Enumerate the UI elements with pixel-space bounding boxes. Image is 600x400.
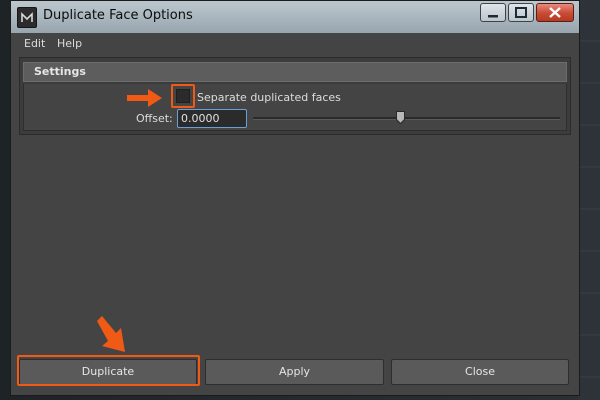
title-bar[interactable]: Duplicate Face Options xyxy=(11,1,579,34)
offset-field[interactable] xyxy=(177,109,247,128)
separate-duplicated-faces-label: Separate duplicated faces xyxy=(197,91,341,104)
arrow-down-right-icon xyxy=(95,315,129,359)
settings-header-label: Settings xyxy=(34,65,86,78)
close-button[interactable]: Close xyxy=(391,359,569,385)
arrow-right-icon xyxy=(126,88,164,112)
settings-frame-header[interactable]: Settings xyxy=(23,62,567,82)
apply-button[interactable]: Apply xyxy=(205,359,384,385)
menu-bar: Edit Help xyxy=(11,33,579,54)
close-window-button[interactable] xyxy=(536,3,574,22)
background-panel-edge xyxy=(578,0,600,400)
maya-app-icon xyxy=(17,7,37,28)
minimize-icon xyxy=(488,15,498,18)
menu-edit[interactable]: Edit xyxy=(24,37,45,50)
offset-slider-handle[interactable] xyxy=(396,111,406,124)
offset-label: Offset: xyxy=(136,112,173,125)
menu-help[interactable]: Help xyxy=(57,37,82,50)
window-title: Duplicate Face Options xyxy=(43,8,193,23)
separate-duplicated-faces-checkbox[interactable] xyxy=(176,89,190,103)
duplicate-annotation-highlight xyxy=(17,355,200,386)
maximize-icon xyxy=(515,7,527,18)
offset-slider-track[interactable] xyxy=(253,117,560,120)
minimize-button[interactable] xyxy=(480,3,506,22)
close-icon xyxy=(549,7,561,18)
maximize-button[interactable] xyxy=(508,3,534,22)
